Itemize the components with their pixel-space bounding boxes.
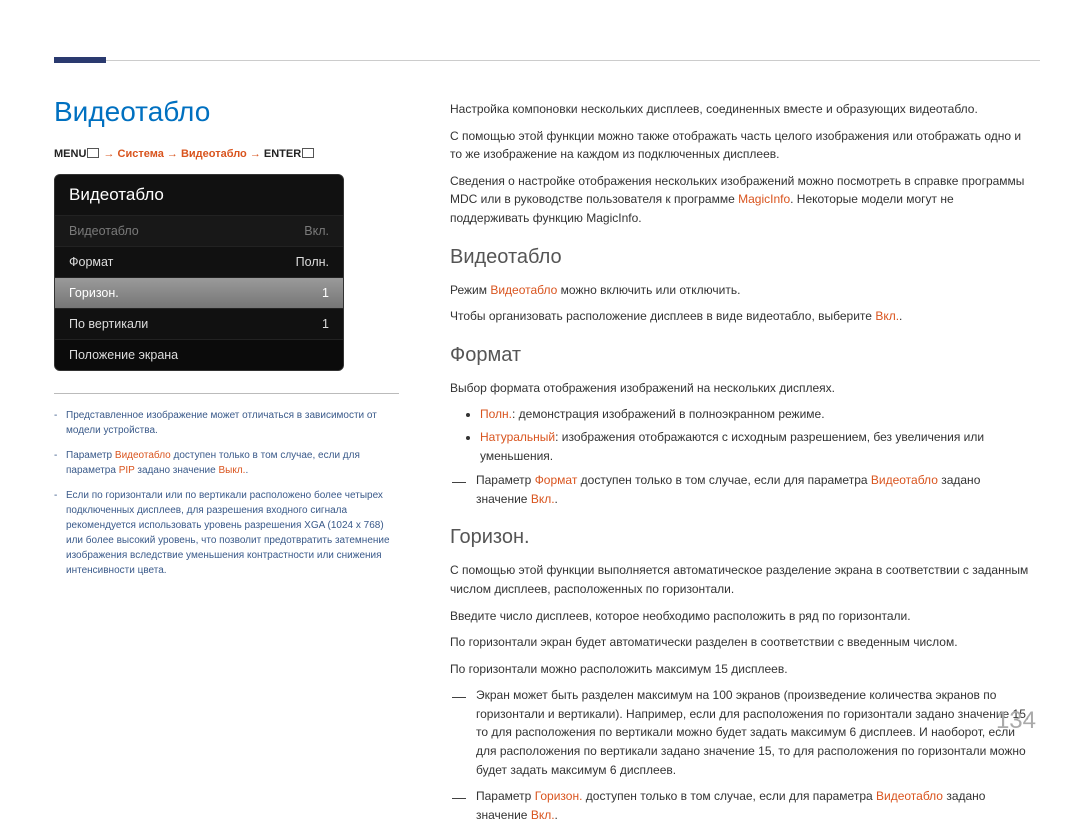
t: можно включить или отключить. — [557, 283, 740, 297]
breadcrumb-menu: MENU — [54, 148, 86, 160]
page-title: Видеотабло — [54, 96, 404, 128]
menu-label: Формат — [69, 255, 113, 269]
format-note: ― Параметр Формат доступен только в том … — [474, 471, 1035, 508]
arrow-icon: → — [103, 148, 117, 160]
t: Вкл. — [875, 309, 899, 323]
section-horiz-p4: По горизонтали можно расположить максиму… — [450, 660, 1035, 679]
t: Режим — [450, 283, 490, 297]
t: PIP — [119, 465, 135, 476]
menu-row-horizontal[interactable]: Горизон. 1 — [55, 277, 343, 308]
long-dash-icon: ― — [452, 686, 466, 708]
t: Видеотабло — [876, 789, 943, 803]
arrow-icon: → — [167, 148, 181, 160]
bullet-full: Полн.: демонстрация изображений в полноэ… — [480, 405, 1035, 424]
footnote-3: Если по горизонтали или по вертикали рас… — [66, 488, 399, 578]
menu-row-videotablo[interactable]: Видеотабло Вкл. — [55, 215, 343, 246]
menu-row-position[interactable]: Положение экрана — [55, 339, 343, 370]
t: Формат — [535, 473, 578, 487]
t: . — [899, 309, 902, 323]
t: Экран может быть разделен максимум на 10… — [476, 688, 1029, 776]
breadcrumb-enter: ENTER — [264, 148, 301, 160]
top-rule-accent — [54, 57, 106, 63]
t: Чтобы организовать расположение дисплеев… — [450, 309, 875, 323]
menu-label: Горизон. — [69, 286, 119, 300]
horiz-note-1: ― Экран может быть разделен максимум на … — [474, 686, 1035, 779]
menu-panel: Видеотабло Видеотабло Вкл. Формат Полн. … — [54, 174, 344, 371]
note-dash: - — [54, 408, 66, 438]
menu-value: 1 — [322, 286, 329, 300]
intro-p3: Сведения о настройке отображения несколь… — [450, 172, 1035, 228]
footnote-2: Параметр Видеотабло доступен только в то… — [66, 448, 399, 478]
breadcrumb-part1: Система — [118, 148, 164, 160]
page-number: 134 — [996, 707, 1036, 735]
footnotes: - Представленное изображение может отлич… — [54, 393, 399, 578]
t: Параметр — [66, 450, 115, 461]
top-rule — [54, 60, 1040, 61]
t: MagicInfo — [738, 192, 790, 206]
menu-value: Полн. — [296, 255, 329, 269]
t: Вкл. — [531, 492, 555, 506]
t: Параметр — [476, 789, 535, 803]
t: . — [555, 492, 558, 506]
section-video-p1: Режим Видеотабло можно включить или откл… — [450, 281, 1035, 300]
menu-panel-header: Видеотабло — [55, 175, 343, 215]
long-dash-icon: ― — [452, 787, 466, 809]
breadcrumb-part2: Видеотабло — [181, 148, 247, 160]
t: . — [555, 808, 558, 822]
note-dash: - — [54, 448, 66, 478]
section-video-p2: Чтобы организовать расположение дисплеев… — [450, 307, 1035, 326]
t: Полн. — [480, 407, 512, 421]
t: Горизон. — [535, 789, 583, 803]
t: доступен только в том случае, если для п… — [582, 789, 876, 803]
t: задано значение — [135, 465, 219, 476]
section-video-title: Видеотабло — [450, 242, 1035, 273]
t: : демонстрация изображений в полноэкранн… — [512, 407, 825, 421]
section-horiz-p1: С помощью этой функции выполняется автом… — [450, 561, 1035, 598]
t: . — [245, 465, 248, 476]
enter-icon — [302, 148, 314, 158]
menu-row-format[interactable]: Формат Полн. — [55, 246, 343, 277]
t: Параметр — [476, 473, 535, 487]
format-bullets: Полн.: демонстрация изображений в полноэ… — [474, 405, 1035, 465]
t: : изображения отображаются с исходным ра… — [480, 430, 984, 463]
menu-row-vertical[interactable]: По вертикали 1 — [55, 308, 343, 339]
menu-icon — [87, 148, 99, 158]
menu-label: По вертикали — [69, 317, 148, 331]
horiz-note-2: ― Параметр Горизон. доступен только в то… — [474, 787, 1035, 824]
section-horiz-title: Горизон. — [450, 522, 1035, 553]
bullet-natural: Натуральный: изображения отображаются с … — [480, 428, 1035, 465]
intro-p2: С помощью этой функции можно также отобр… — [450, 127, 1035, 164]
right-column: Настройка компоновки нескольких дисплеев… — [450, 100, 1035, 832]
breadcrumb: MENU → Система → Видеотабло → ENTER — [54, 148, 404, 160]
long-dash-icon: ― — [452, 471, 466, 493]
section-format-p1: Выбор формата отображения изображений на… — [450, 379, 1035, 398]
intro-p1: Настройка компоновки нескольких дисплеев… — [450, 100, 1035, 119]
t: Видеотабло — [490, 283, 557, 297]
t: Вкл. — [531, 808, 555, 822]
section-horiz-p3: По горизонтали экран будет автоматически… — [450, 633, 1035, 652]
menu-label: Видеотабло — [69, 224, 139, 238]
menu-label: Положение экрана — [69, 348, 178, 362]
t: Выкл. — [218, 465, 245, 476]
t: Видеотабло — [115, 450, 171, 461]
t: Натуральный — [480, 430, 555, 444]
section-horiz-p2: Введите число дисплеев, которое необходи… — [450, 607, 1035, 626]
menu-value: 1 — [322, 317, 329, 331]
left-column: Видеотабло MENU → Система → Видеотабло →… — [54, 96, 404, 588]
section-format-title: Формат — [450, 340, 1035, 371]
note-dash: - — [54, 488, 66, 578]
t: доступен только в том случае, если для п… — [577, 473, 871, 487]
footnote-1: Представленное изображение может отличат… — [66, 408, 399, 438]
arrow-icon: → — [250, 148, 264, 160]
t: Видеотабло — [871, 473, 938, 487]
menu-value: Вкл. — [304, 224, 329, 238]
